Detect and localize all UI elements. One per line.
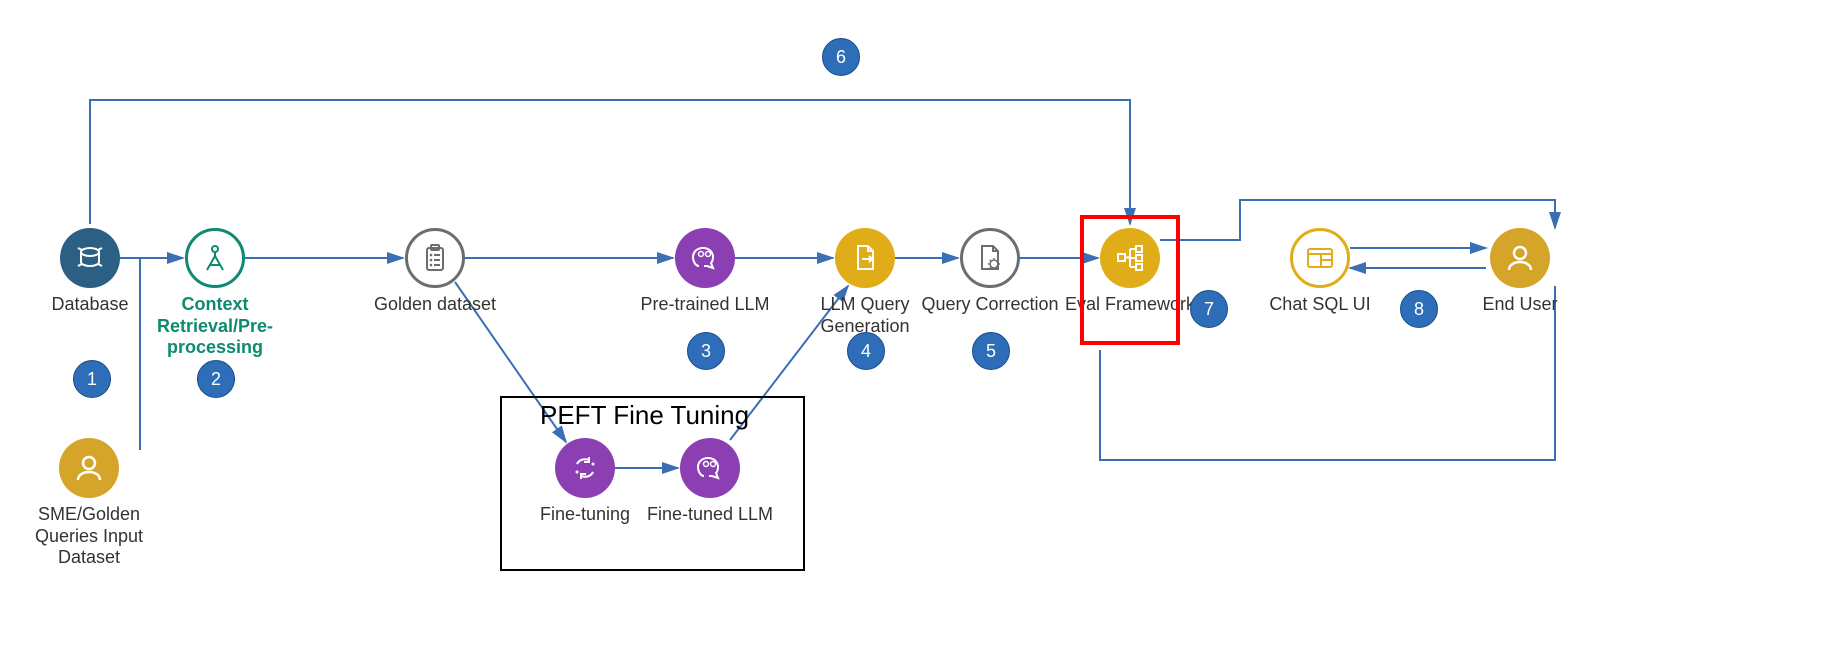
node-label: SME/Golden Queries Input Dataset: [14, 504, 164, 569]
badge-5: 5: [972, 332, 1010, 370]
node-label: Fine-tuned LLM: [635, 504, 785, 526]
compass-icon: [185, 228, 245, 288]
node-label: Query Correction: [915, 294, 1065, 316]
badge-4: 4: [847, 332, 885, 370]
node-label: Pre-trained LLM: [630, 294, 780, 316]
database-icon: [60, 228, 120, 288]
badge-8: 8: [1400, 290, 1438, 328]
eval-highlight: [1080, 215, 1180, 345]
brain-icon: [680, 438, 740, 498]
node-label: Chat SQL UI: [1245, 294, 1395, 316]
badge-1: 1: [73, 360, 111, 398]
brain-icon: [675, 228, 735, 288]
node-end-user: End User: [1445, 228, 1595, 316]
node-pretrained-llm: Pre-trained LLM: [630, 228, 780, 316]
badge-3: 3: [687, 332, 725, 370]
user-icon: [59, 438, 119, 498]
peft-title: PEFT Fine Tuning: [540, 400, 749, 431]
user-icon: [1490, 228, 1550, 288]
document-arrow-icon: [835, 228, 895, 288]
document-gear-icon: [960, 228, 1020, 288]
node-sme: SME/Golden Queries Input Dataset: [14, 438, 164, 569]
cycle-icon: [555, 438, 615, 498]
node-golden-dataset: Golden dataset: [360, 228, 510, 316]
diagram-stage: Database Context Retrieval/Pre-processin…: [0, 0, 1836, 664]
node-chat-sql-ui: Chat SQL UI: [1245, 228, 1395, 316]
badge-2: 2: [197, 360, 235, 398]
node-label: Context Retrieval/Pre-processing: [140, 294, 290, 359]
node-query-correction: Query Correction: [915, 228, 1065, 316]
node-context: Context Retrieval/Pre-processing: [140, 228, 290, 359]
dashboard-icon: [1290, 228, 1350, 288]
node-label: Golden dataset: [360, 294, 510, 316]
clipboard-icon: [405, 228, 465, 288]
badge-6: 6: [822, 38, 860, 76]
node-label: End User: [1445, 294, 1595, 316]
badge-7: 7: [1190, 290, 1228, 328]
node-fine-tuned-llm: Fine-tuned LLM: [635, 438, 785, 526]
